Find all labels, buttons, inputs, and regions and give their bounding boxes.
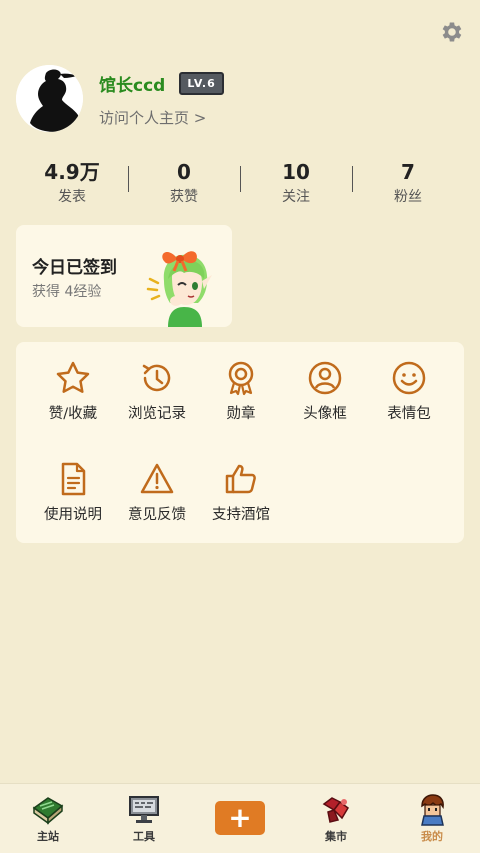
nav-item-mine[interactable]: 我的 (384, 784, 480, 853)
stat-label: 关注 (282, 189, 310, 205)
stat-value: 7 (401, 160, 415, 184)
warning-icon (140, 463, 174, 494)
market-icon (322, 797, 349, 823)
feature-menu: 赞/收藏 浏览记录 勋章 头像框 表情包 使用说明 意见反馈 支持酒馆 (16, 342, 464, 543)
bottom-nav: 主站 工具 + 集市 我的 (0, 783, 480, 853)
username: 馆长ccd (99, 76, 166, 96)
mascot-icon (146, 251, 212, 327)
menu-item-feedback[interactable]: 意见反馈 (115, 461, 199, 531)
document-icon (61, 462, 86, 496)
stat-posts[interactable]: 4.9万 发表 (16, 160, 128, 210)
level-badge: LV.6 (179, 72, 224, 95)
stat-followers[interactable]: 7 粉丝 (352, 160, 464, 210)
stat-value: 10 (282, 160, 310, 184)
monitor-icon (129, 796, 159, 823)
visit-profile-link[interactable]: 访问个人主页 > (99, 107, 206, 128)
menu-label: 勋章 (226, 406, 256, 422)
menu-label: 表情包 (387, 406, 431, 422)
menu-label: 使用说明 (44, 507, 102, 523)
menu-item-stickers[interactable]: 表情包 (367, 360, 451, 430)
avatar-silhouette-icon (16, 65, 83, 132)
book-icon (32, 797, 64, 825)
user-circle-icon (308, 361, 342, 395)
nav-label: 主站 (37, 830, 59, 843)
nav-label: 工具 (133, 830, 155, 843)
nav-item-market[interactable]: 集市 (288, 784, 384, 853)
menu-label: 意见反馈 (128, 507, 186, 523)
menu-item-guide[interactable]: 使用说明 (31, 461, 115, 531)
post-button[interactable]: + (215, 801, 265, 835)
nav-item-post[interactable]: + (192, 784, 288, 853)
menu-label: 头像框 (303, 406, 347, 422)
stat-label: 发表 (58, 189, 86, 205)
menu-item-support[interactable]: 支持酒馆 (199, 461, 283, 531)
stat-label: 粉丝 (394, 189, 422, 205)
settings-button[interactable] (437, 18, 465, 46)
stats-row: 4.9万 发表 0 获赞 10 关注 7 粉丝 (16, 160, 464, 210)
gear-icon (442, 22, 462, 42)
thumbs-up-icon (225, 464, 256, 494)
menu-item-medals[interactable]: 勋章 (199, 360, 283, 430)
nav-label: 我的 (421, 830, 443, 843)
menu-item-favorites[interactable]: 赞/收藏 (31, 360, 115, 430)
checkin-reward: 获得 4经验 (32, 284, 102, 300)
profile-header: 馆长ccd LV.6 访问个人主页 > (16, 65, 466, 135)
stat-value: 4.9万 (44, 160, 100, 184)
menu-label: 赞/收藏 (48, 406, 98, 422)
star-icon (56, 361, 90, 393)
nav-label: 集市 (325, 830, 347, 843)
stat-likes[interactable]: 0 获赞 (128, 160, 240, 210)
menu-label: 支持酒馆 (212, 507, 270, 523)
character-icon (421, 794, 444, 826)
menu-item-history[interactable]: 浏览记录 (115, 360, 199, 430)
stat-value: 0 (177, 160, 191, 184)
stat-label: 获赞 (170, 189, 198, 205)
smile-icon (392, 361, 426, 395)
medal-icon (228, 361, 254, 396)
stat-following[interactable]: 10 关注 (240, 160, 352, 210)
avatar[interactable] (16, 65, 83, 132)
checkin-title: 今日已签到 (32, 258, 117, 278)
menu-item-avatar-frame[interactable]: 头像框 (283, 360, 367, 430)
menu-label: 浏览记录 (128, 406, 186, 422)
name-row: 馆长ccd LV.6 (99, 71, 224, 96)
checkin-card[interactable]: 今日已签到 获得 4经验 (16, 225, 232, 327)
history-icon (142, 364, 171, 392)
nav-item-home[interactable]: 主站 (0, 784, 96, 853)
nav-item-tools[interactable]: 工具 (96, 784, 192, 853)
